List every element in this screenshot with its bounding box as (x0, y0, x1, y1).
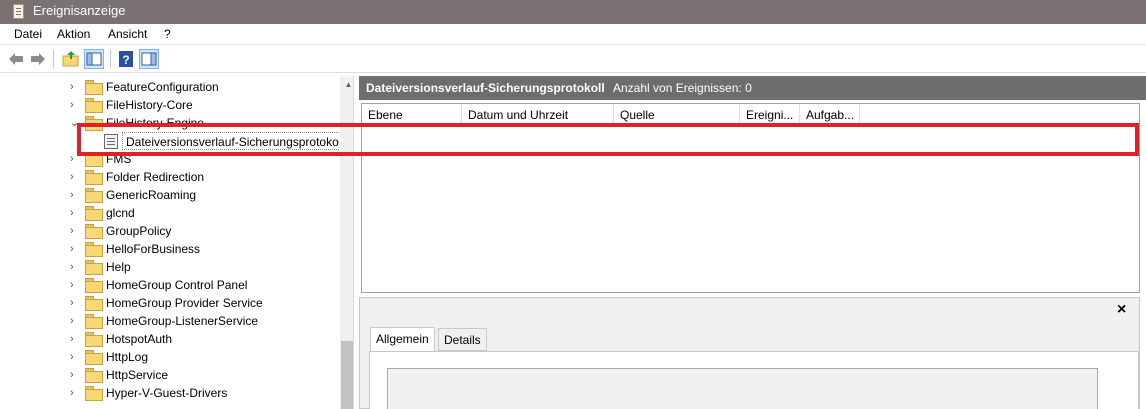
chevron-right-icon[interactable]: › (70, 81, 80, 93)
scrollbar-thumb[interactable] (341, 341, 353, 409)
chevron-right-icon[interactable]: › (70, 171, 80, 183)
tree-item-label: Folder Redirection (106, 170, 205, 184)
toolbar: ? (0, 46, 1146, 73)
folder-icon (85, 188, 103, 203)
tree-item[interactable]: › HttpService (4, 366, 340, 384)
column-header-ereignis[interactable]: Ereigni... (740, 104, 800, 125)
tree-item[interactable]: › glcnd (4, 204, 340, 222)
tree-item-label: HotspotAuth (106, 332, 173, 346)
scroll-up-icon[interactable]: ▲ (340, 76, 353, 93)
chevron-right-icon[interactable]: › (70, 225, 80, 237)
folder-icon (85, 260, 103, 275)
folder-icon (85, 170, 103, 185)
log-header: Dateiversionsverlauf-Sicherungsprotokoll… (359, 76, 1146, 100)
toolbar-separator (110, 50, 111, 68)
column-header-quelle[interactable]: Quelle (614, 104, 740, 125)
tree-item-label: HelloForBusiness (106, 242, 201, 256)
tree-item-label: Help (106, 260, 131, 274)
menu-datei[interactable]: Datei (14, 27, 42, 41)
window-title: Ereignisanzeige (33, 3, 126, 18)
folder-icon (85, 80, 103, 95)
folder-icon (85, 314, 103, 329)
tree-item-label: Hyper-V-Guest-Drivers (106, 386, 228, 400)
folder-icon (85, 206, 103, 221)
event-viewer-icon (13, 4, 24, 19)
folder-icon (85, 350, 103, 365)
chevron-right-icon[interactable]: › (70, 297, 80, 309)
folder-icon (85, 278, 103, 293)
menu-ansicht[interactable]: Ansicht (108, 27, 147, 41)
tree-item-label: HttpLog (106, 350, 149, 364)
tree-item-label: HttpService (106, 368, 169, 382)
tree-item[interactable]: › HomeGroup Provider Service (4, 294, 340, 312)
chevron-right-icon[interactable]: › (70, 99, 80, 111)
chevron-right-icon[interactable]: › (70, 369, 80, 381)
back-arrow-icon[interactable] (6, 49, 26, 69)
tree-item[interactable]: › HttpLog (4, 348, 340, 366)
chevron-right-icon[interactable]: › (70, 387, 80, 399)
tree-item[interactable]: › FeatureConfiguration (4, 78, 340, 96)
event-detail-pane: × Allgemein Details (359, 297, 1140, 409)
tree-item[interactable]: › FileHistory-Core (4, 96, 340, 114)
title-bar: Ereignisanzeige (0, 0, 1146, 24)
close-icon[interactable]: × (1117, 301, 1126, 319)
highlight-box (77, 123, 1139, 156)
tree-item[interactable]: › Hyper-V-Guest-Drivers (4, 384, 340, 402)
menu-bar: Datei Aktion Ansicht ? (0, 24, 1146, 45)
tree-item[interactable]: › HelloForBusiness (4, 240, 340, 258)
column-header-datum[interactable]: Datum und Uhrzeit (462, 104, 614, 125)
chevron-right-icon[interactable]: › (70, 351, 80, 363)
show-hide-action-pane-icon[interactable] (139, 49, 159, 69)
tree-item-label: FeatureConfiguration (106, 80, 219, 94)
tab-allgemein[interactable]: Allgemein (370, 327, 435, 352)
forward-arrow-icon[interactable] (28, 49, 48, 69)
folder-icon (85, 242, 103, 257)
tree-item[interactable]: › HomeGroup Control Panel (4, 276, 340, 294)
detail-text-area[interactable] (387, 368, 1098, 409)
chevron-right-icon[interactable]: › (70, 315, 80, 327)
svg-text:?: ? (122, 53, 129, 67)
chevron-right-icon[interactable]: › (70, 261, 80, 273)
column-header-ebene[interactable]: Ebene (362, 104, 462, 125)
tree-item[interactable]: › HomeGroup-ListenerService (4, 312, 340, 330)
up-folder-icon[interactable] (61, 49, 81, 69)
column-header-aufgabe[interactable]: Aufgab... (800, 104, 860, 125)
folder-icon (85, 224, 103, 239)
tree-item-label: HomeGroup Provider Service (106, 296, 263, 310)
detail-body (369, 351, 1139, 409)
tree-item-label: GroupPolicy (106, 224, 172, 238)
tree-item[interactable]: › Folder Redirection (4, 168, 340, 186)
chevron-right-icon[interactable]: › (70, 333, 80, 345)
tree-item[interactable]: › HotspotAuth (4, 330, 340, 348)
chevron-right-icon[interactable]: › (70, 189, 80, 201)
folder-icon (85, 332, 103, 347)
help-icon[interactable]: ? (116, 49, 136, 69)
show-hide-tree-icon[interactable] (84, 49, 104, 69)
tree-item[interactable]: › Help (4, 258, 340, 276)
chevron-right-icon[interactable]: › (70, 207, 80, 219)
tree-item[interactable]: › GroupPolicy (4, 222, 340, 240)
folder-icon (85, 368, 103, 383)
tree-item-label: FileHistory-Core (106, 98, 193, 112)
tree-item-label: HomeGroup Control Panel (106, 278, 248, 292)
event-count: Anzahl von Ereignissen: 0 (613, 81, 752, 95)
chevron-right-icon[interactable]: › (70, 243, 80, 255)
tab-details[interactable]: Details (438, 328, 487, 351)
tree-item-label: GenericRoaming (106, 188, 197, 202)
folder-icon (85, 296, 103, 311)
menu-help[interactable]: ? (164, 27, 171, 41)
folder-icon (85, 98, 103, 113)
tree-item-label: HomeGroup-ListenerService (106, 314, 259, 328)
toolbar-separator (53, 50, 54, 68)
tree-item-label: glcnd (106, 206, 135, 220)
menu-aktion[interactable]: Aktion (57, 27, 90, 41)
folder-icon (85, 386, 103, 401)
chevron-right-icon[interactable]: › (70, 279, 80, 291)
log-title: Dateiversionsverlauf-Sicherungsprotokoll (366, 81, 605, 95)
tree-item[interactable]: › GenericRoaming (4, 186, 340, 204)
